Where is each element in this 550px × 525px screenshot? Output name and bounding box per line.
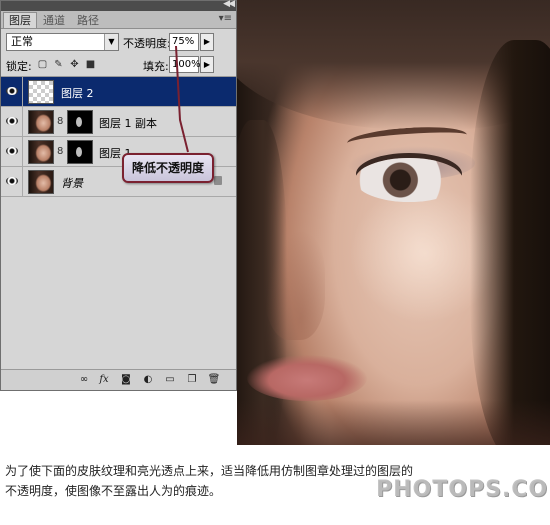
- blend-mode-select[interactable]: 正常 ▼: [6, 33, 119, 51]
- new-layer-icon[interactable]: ❐: [185, 373, 199, 387]
- nose-shadow: [265, 230, 325, 340]
- panel-title-bar[interactable]: ◀◀: [1, 0, 236, 11]
- opacity-slider-arrow-icon[interactable]: ▶: [200, 33, 214, 51]
- fx-icon[interactable]: fx: [97, 373, 111, 387]
- opacity-label: 不透明度:: [123, 37, 171, 50]
- mask-icon[interactable]: ◙: [119, 373, 133, 387]
- portrait-photo: [237, 0, 550, 445]
- callout-reduce-opacity: 降低不透明度: [122, 153, 214, 183]
- fill-input[interactable]: 100%: [169, 56, 201, 73]
- layer-thumbnail: [28, 110, 54, 134]
- link-icon[interactable]: 8: [57, 116, 63, 127]
- lips: [247, 355, 367, 401]
- panel-footer: ∞ fx ◙ ◐ ▭ ❐ 🗑: [1, 369, 236, 390]
- layers-panel: ◀◀ 图层 通道 路径 ▾≡ 正常 ▼ 不透明度: 75% ▶ 锁定: ▢ ✎ …: [0, 0, 237, 391]
- lock-transparent-icon[interactable]: ▢: [37, 59, 48, 70]
- visibility-toggle[interactable]: [1, 107, 23, 136]
- chevron-down-icon[interactable]: ▼: [104, 34, 118, 50]
- collapse-icon[interactable]: ◀◀: [223, 0, 235, 9]
- layer-name: 图层 2: [61, 87, 94, 100]
- eye-icon: [6, 147, 18, 155]
- blend-row: 正常 ▼ 不透明度: 75% ▶: [1, 33, 236, 55]
- layer-name: 背景: [61, 177, 83, 190]
- hair-right: [470, 40, 550, 445]
- lock-position-icon[interactable]: ✥: [69, 59, 80, 70]
- adjustment-icon[interactable]: ◐: [141, 373, 155, 387]
- layer-row-layer1-copy[interactable]: 8 图层 1 副本: [1, 107, 236, 137]
- panel-menu-icon[interactable]: ▾≡: [219, 13, 232, 24]
- link-icon[interactable]: 8: [57, 146, 63, 157]
- lock-icon: [214, 176, 222, 185]
- opacity-input[interactable]: 75%: [169, 33, 199, 51]
- panel-tabs: 图层 通道 路径 ▾≡: [1, 11, 236, 29]
- layer-name: 图层 1 副本: [99, 117, 157, 130]
- eye: [355, 158, 463, 202]
- tab-layers[interactable]: 图层: [3, 12, 37, 28]
- watermark: PHOTOPS.COM: [376, 477, 550, 502]
- chin-shadow: [237, 400, 550, 445]
- layer-thumbnail: [28, 170, 54, 194]
- lock-image-icon[interactable]: ✎: [53, 59, 64, 70]
- eye-icon: [6, 87, 18, 95]
- layer-mask-thumbnail[interactable]: [67, 140, 93, 164]
- eye-icon: [6, 117, 18, 125]
- eye-icon: [6, 177, 18, 185]
- layer-mask-thumbnail[interactable]: [67, 110, 93, 134]
- link-icon[interactable]: ∞: [77, 373, 91, 387]
- tab-paths[interactable]: 路径: [71, 12, 105, 28]
- lock-label: 锁定:: [6, 60, 32, 73]
- layer-thumbnail: [28, 140, 54, 164]
- trash-icon[interactable]: 🗑: [207, 373, 221, 387]
- fill-label: 填充:: [143, 60, 169, 73]
- layers-list: 图层 2 8 图层 1 副本 8 图层 1 背景: [1, 77, 236, 374]
- lock-all-icon[interactable]: ■: [85, 59, 96, 70]
- visibility-toggle[interactable]: [1, 77, 23, 106]
- tab-channels[interactable]: 通道: [37, 12, 71, 28]
- visibility-toggle[interactable]: [1, 137, 23, 166]
- lock-row: 锁定: ▢ ✎ ✥ ■ 填充: 100% ▶: [1, 55, 236, 77]
- layer-thumbnail: [28, 80, 54, 104]
- group-icon[interactable]: ▭: [163, 373, 177, 387]
- fill-slider-arrow-icon[interactable]: ▶: [200, 56, 214, 73]
- blend-mode-value: 正常: [11, 35, 33, 48]
- visibility-toggle[interactable]: [1, 167, 23, 196]
- layer-row-layer2[interactable]: 图层 2: [1, 77, 236, 107]
